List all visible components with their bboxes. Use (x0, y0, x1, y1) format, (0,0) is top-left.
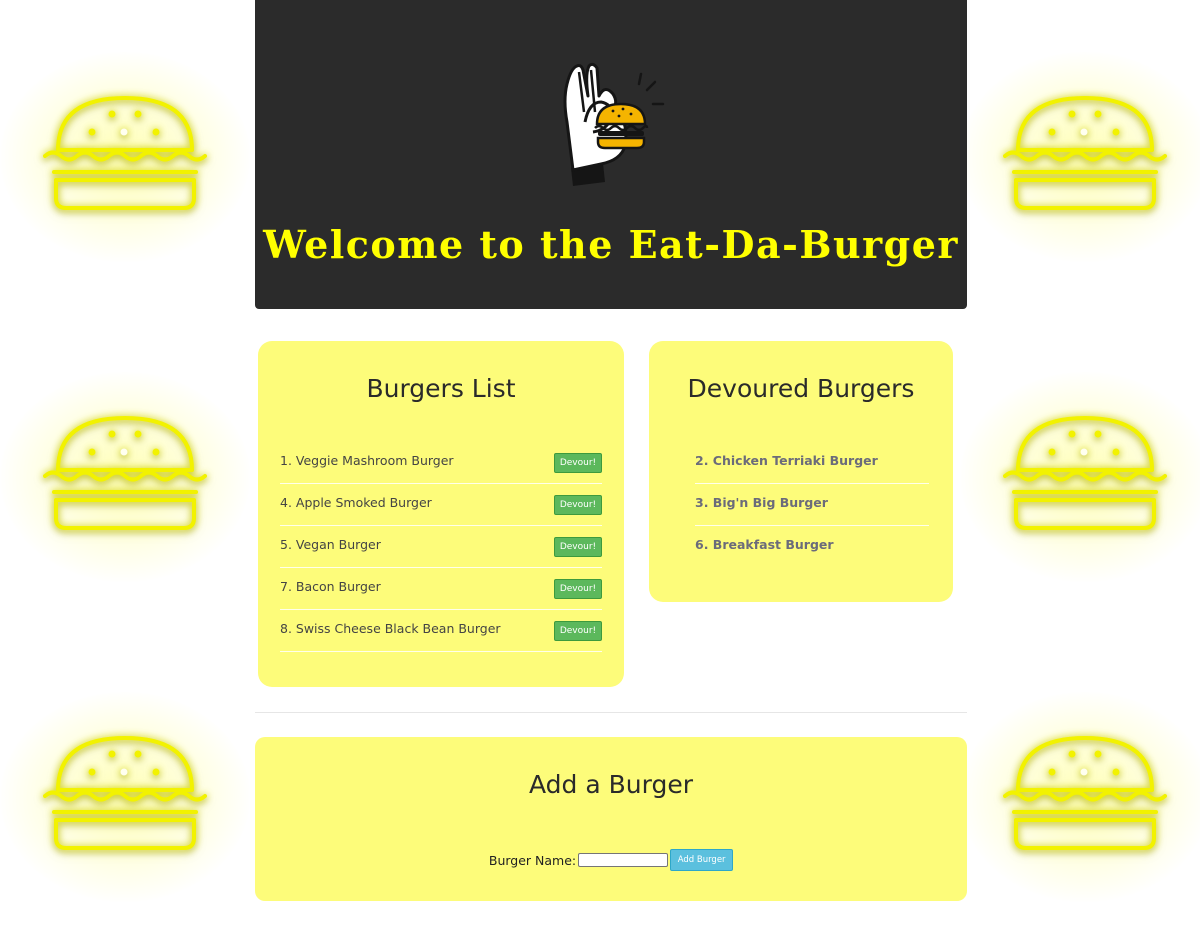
devoured-burger-name: 6. Breakfast Burger (695, 537, 834, 552)
section-divider (255, 712, 967, 713)
burger-name: 1. Veggie Mashroom Burger (280, 453, 454, 468)
add-burger-form: Burger Name: Add Burger (255, 849, 967, 871)
neon-burger-icon (960, 372, 1200, 582)
burger-name: 7. Bacon Burger (280, 579, 381, 594)
add-burger-button[interactable]: Add Burger (670, 849, 734, 871)
page-title: Welcome to the Eat-Da-Burger (263, 222, 959, 267)
devoured-burger-name: 2. Chicken Terriaki Burger (695, 453, 878, 468)
burger-name-input[interactable] (578, 853, 669, 867)
list-item: 2. Chicken Terriaki Burger (695, 442, 929, 484)
devour-button[interactable]: Devour! (554, 621, 602, 641)
burgers-list: 1. Veggie Mashroom Burger Devour! 4. App… (280, 442, 602, 652)
devour-button[interactable]: Devour! (554, 453, 602, 473)
devoured-burger-name: 3. Big'n Big Burger (695, 495, 828, 510)
devour-button[interactable]: Devour! (554, 495, 602, 515)
devoured-burgers-heading: Devoured Burgers (687, 374, 915, 403)
burgers-list-card: Burgers List 1. Veggie Mashroom Burger D… (258, 341, 624, 687)
list-item: 7. Bacon Burger Devour! (280, 568, 602, 610)
list-item: 3. Big'n Big Burger (695, 484, 929, 526)
devour-button[interactable]: Devour! (554, 579, 602, 599)
list-item: 5. Vegan Burger Devour! (280, 526, 602, 568)
neon-burger-icon (0, 692, 250, 902)
add-burger-card: Add a Burger Burger Name: Add Burger (255, 737, 967, 901)
neon-burger-icon (960, 52, 1200, 262)
burger-name: 5. Vegan Burger (280, 537, 381, 552)
devoured-list: 2. Chicken Terriaki Burger 3. Big'n Big … (695, 442, 929, 568)
neon-burger-icon (0, 52, 250, 262)
devour-button[interactable]: Devour! (554, 537, 602, 557)
burger-name: 8. Swiss Cheese Black Bean Burger (280, 621, 501, 636)
burgers-list-heading: Burgers List (366, 374, 516, 403)
add-burger-heading: Add a Burger (529, 770, 693, 799)
neon-burger-icon (0, 372, 250, 582)
burger-name-label: Burger Name: (488, 852, 577, 868)
list-item: 6. Breakfast Burger (695, 526, 929, 568)
burger-name: 4. Apple Smoked Burger (280, 495, 432, 510)
ok-hand-burger-icon (555, 60, 667, 190)
list-item: 8. Swiss Cheese Black Bean Burger Devour… (280, 610, 602, 652)
list-item: 1. Veggie Mashroom Burger Devour! (280, 442, 602, 484)
neon-burger-icon (960, 692, 1200, 902)
list-item: 4. Apple Smoked Burger Devour! (280, 484, 602, 526)
devoured-burgers-card: Devoured Burgers 2. Chicken Terriaki Bur… (649, 341, 953, 602)
